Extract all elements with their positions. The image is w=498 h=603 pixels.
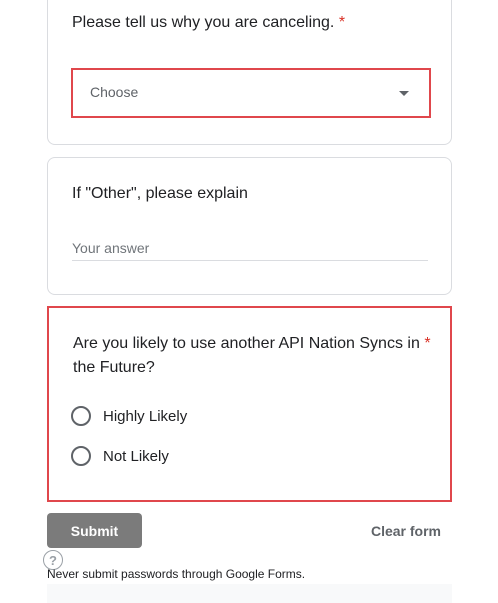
question-title-line1: Are you likely to use another API Nation… [73, 335, 420, 352]
clear-form-button[interactable]: Clear form [360, 513, 452, 548]
radio-label: Not Likely [103, 447, 169, 465]
question-card-cancel-reason: Please tell us why you are canceling. * … [47, 0, 452, 145]
cancel-reason-dropdown[interactable]: Choose [71, 68, 431, 118]
radio-option-not-likely[interactable]: Not Likely [71, 444, 169, 468]
radio-option-highly-likely[interactable]: Highly Likely [71, 404, 187, 428]
answer-input[interactable]: Your answer [72, 240, 149, 256]
question-card-other-explain: If "Other", please explain Your answer [47, 157, 452, 295]
form-page: Please tell us why you are canceling. * … [0, 0, 498, 603]
radio-button[interactable] [71, 406, 91, 426]
question-title: Please tell us why you are canceling. * [72, 11, 345, 35]
question-title-line2: the Future? [73, 359, 155, 376]
radio-label: Highly Likely [103, 407, 188, 425]
submit-button[interactable]: Submit [47, 513, 142, 548]
question-title: If "Other", please explain [72, 185, 248, 202]
question-card-likelihood: Are you likely to use another API Nation… [47, 306, 452, 502]
answer-underline [72, 260, 428, 261]
password-warning-note: Never submit passwords through Google Fo… [47, 567, 306, 581]
footer-divider [47, 584, 452, 603]
question-title-text: Please tell us why you are canceling. [72, 14, 335, 31]
required-asterisk: * [424, 335, 431, 352]
chevron-down-icon [399, 91, 409, 96]
radio-button[interactable] [71, 446, 91, 466]
required-asterisk: * [338, 14, 346, 31]
question-title: Are you likely to use another API Nation… [73, 332, 431, 380]
dropdown-value: Choose [90, 84, 139, 100]
